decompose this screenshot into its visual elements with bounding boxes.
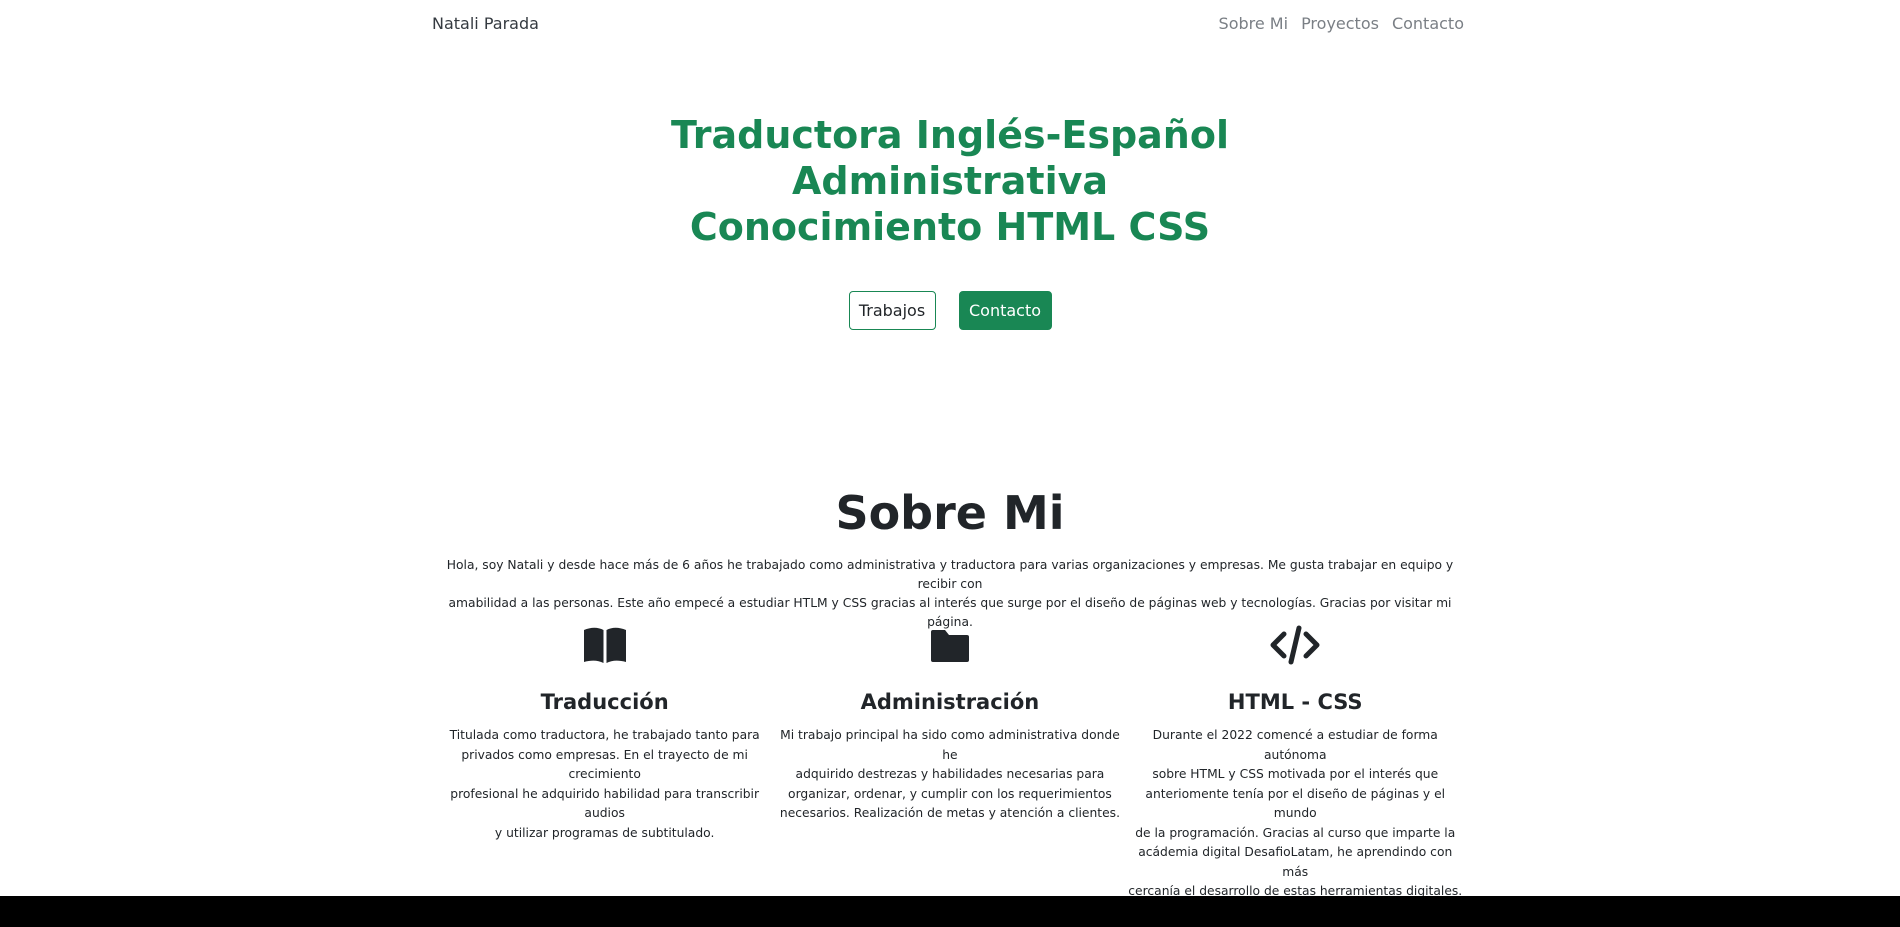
- feature-translation: Traducción Titulada como traductora, he …: [432, 622, 777, 902]
- feature-html-css-line: sobre HTML y CSS motivada por el interés…: [1152, 767, 1439, 781]
- hero-buttons: Trabajos Contacto: [0, 291, 1900, 330]
- hero-title-line-1: Traductora Inglés-Español: [671, 113, 1229, 157]
- feature-administration-line: Mi trabajo principal ha sido como admini…: [780, 728, 1120, 762]
- feature-translation-line: y utilizar programas de subtitulado.: [494, 825, 715, 840]
- nav-link-sobre-mi[interactable]: Sobre Mi: [1219, 14, 1289, 33]
- feature-html-css-line: anteriomente tenía por el diseño de pági…: [1145, 786, 1446, 821]
- features-row: Traducción Titulada como traductora, he …: [432, 622, 1468, 902]
- hero-section: Traductora Inglés-Español Administrativa…: [0, 112, 1900, 330]
- feature-translation-title: Traducción: [540, 690, 669, 714]
- feature-administration-title: Administración: [860, 690, 1040, 714]
- feature-administration: Administración Mi trabajo principal ha s…: [777, 622, 1122, 902]
- contact-button[interactable]: Contacto: [958, 291, 1052, 330]
- feature-html-css-title: HTML - CSS: [1227, 690, 1363, 714]
- feature-html-css-text: Durante el 2022 comencé a estudiar de fo…: [1125, 726, 1466, 902]
- hero-title-line-3: Conocimiento HTML CSS: [689, 205, 1211, 249]
- folder-icon: [779, 622, 1120, 668]
- feature-html-css: HTML - CSS Durante el 2022 comencé a est…: [1123, 622, 1468, 902]
- feature-administration-text: Mi trabajo principal ha sido como admini…: [779, 726, 1120, 824]
- feature-translation-text: Titulada como traductora, he trabajado t…: [434, 726, 775, 843]
- works-button[interactable]: Trabajos: [848, 291, 936, 330]
- feature-html-css-line: acádemia digital DesafioLatam, he aprend…: [1138, 845, 1453, 879]
- nav-link-contacto[interactable]: Contacto: [1392, 14, 1464, 33]
- book-open-icon: [434, 622, 775, 668]
- feature-html-css-line: Durante el 2022 comencé a estudiar de fo…: [1152, 728, 1438, 762]
- navbar: Natali Parada Sobre Mi Proyectos Contact…: [432, 0, 1464, 50]
- feature-administration-line: necesarios. Realización de metas y atenc…: [779, 806, 1120, 820]
- feature-administration-line: adquirido destrezas y habilidades necesa…: [795, 767, 1105, 781]
- about-text: Hola, soy Natali y desde hace más de 6 a…: [432, 556, 1468, 632]
- about-text-line-1: Hola, soy Natali y desde hace más de 6 a…: [446, 558, 1454, 591]
- brand-link[interactable]: Natali Parada: [432, 14, 539, 33]
- nav-links: Sobre Mi Proyectos Contacto: [1219, 14, 1464, 33]
- hero-title: Traductora Inglés-Español Administrativa…: [0, 112, 1900, 250]
- footer: [0, 896, 1900, 927]
- feature-translation-line: Titulada como traductora, he trabajado t…: [449, 728, 760, 742]
- feature-html-css-line: de la programación. Gracias al curso que…: [1135, 825, 1456, 840]
- hero-title-line-2: Administrativa: [791, 159, 1109, 203]
- feature-translation-line: profesional he adquirido habilidad para …: [450, 786, 760, 821]
- code-icon: [1125, 622, 1466, 668]
- feature-administration-line: organizar, ordenar, y cumplir con los re…: [788, 786, 1112, 801]
- nav-link-proyectos[interactable]: Proyectos: [1301, 14, 1379, 33]
- about-title: Sobre Mi: [835, 486, 1065, 540]
- feature-translation-line: privados como empresas. En el trayecto d…: [461, 747, 748, 782]
